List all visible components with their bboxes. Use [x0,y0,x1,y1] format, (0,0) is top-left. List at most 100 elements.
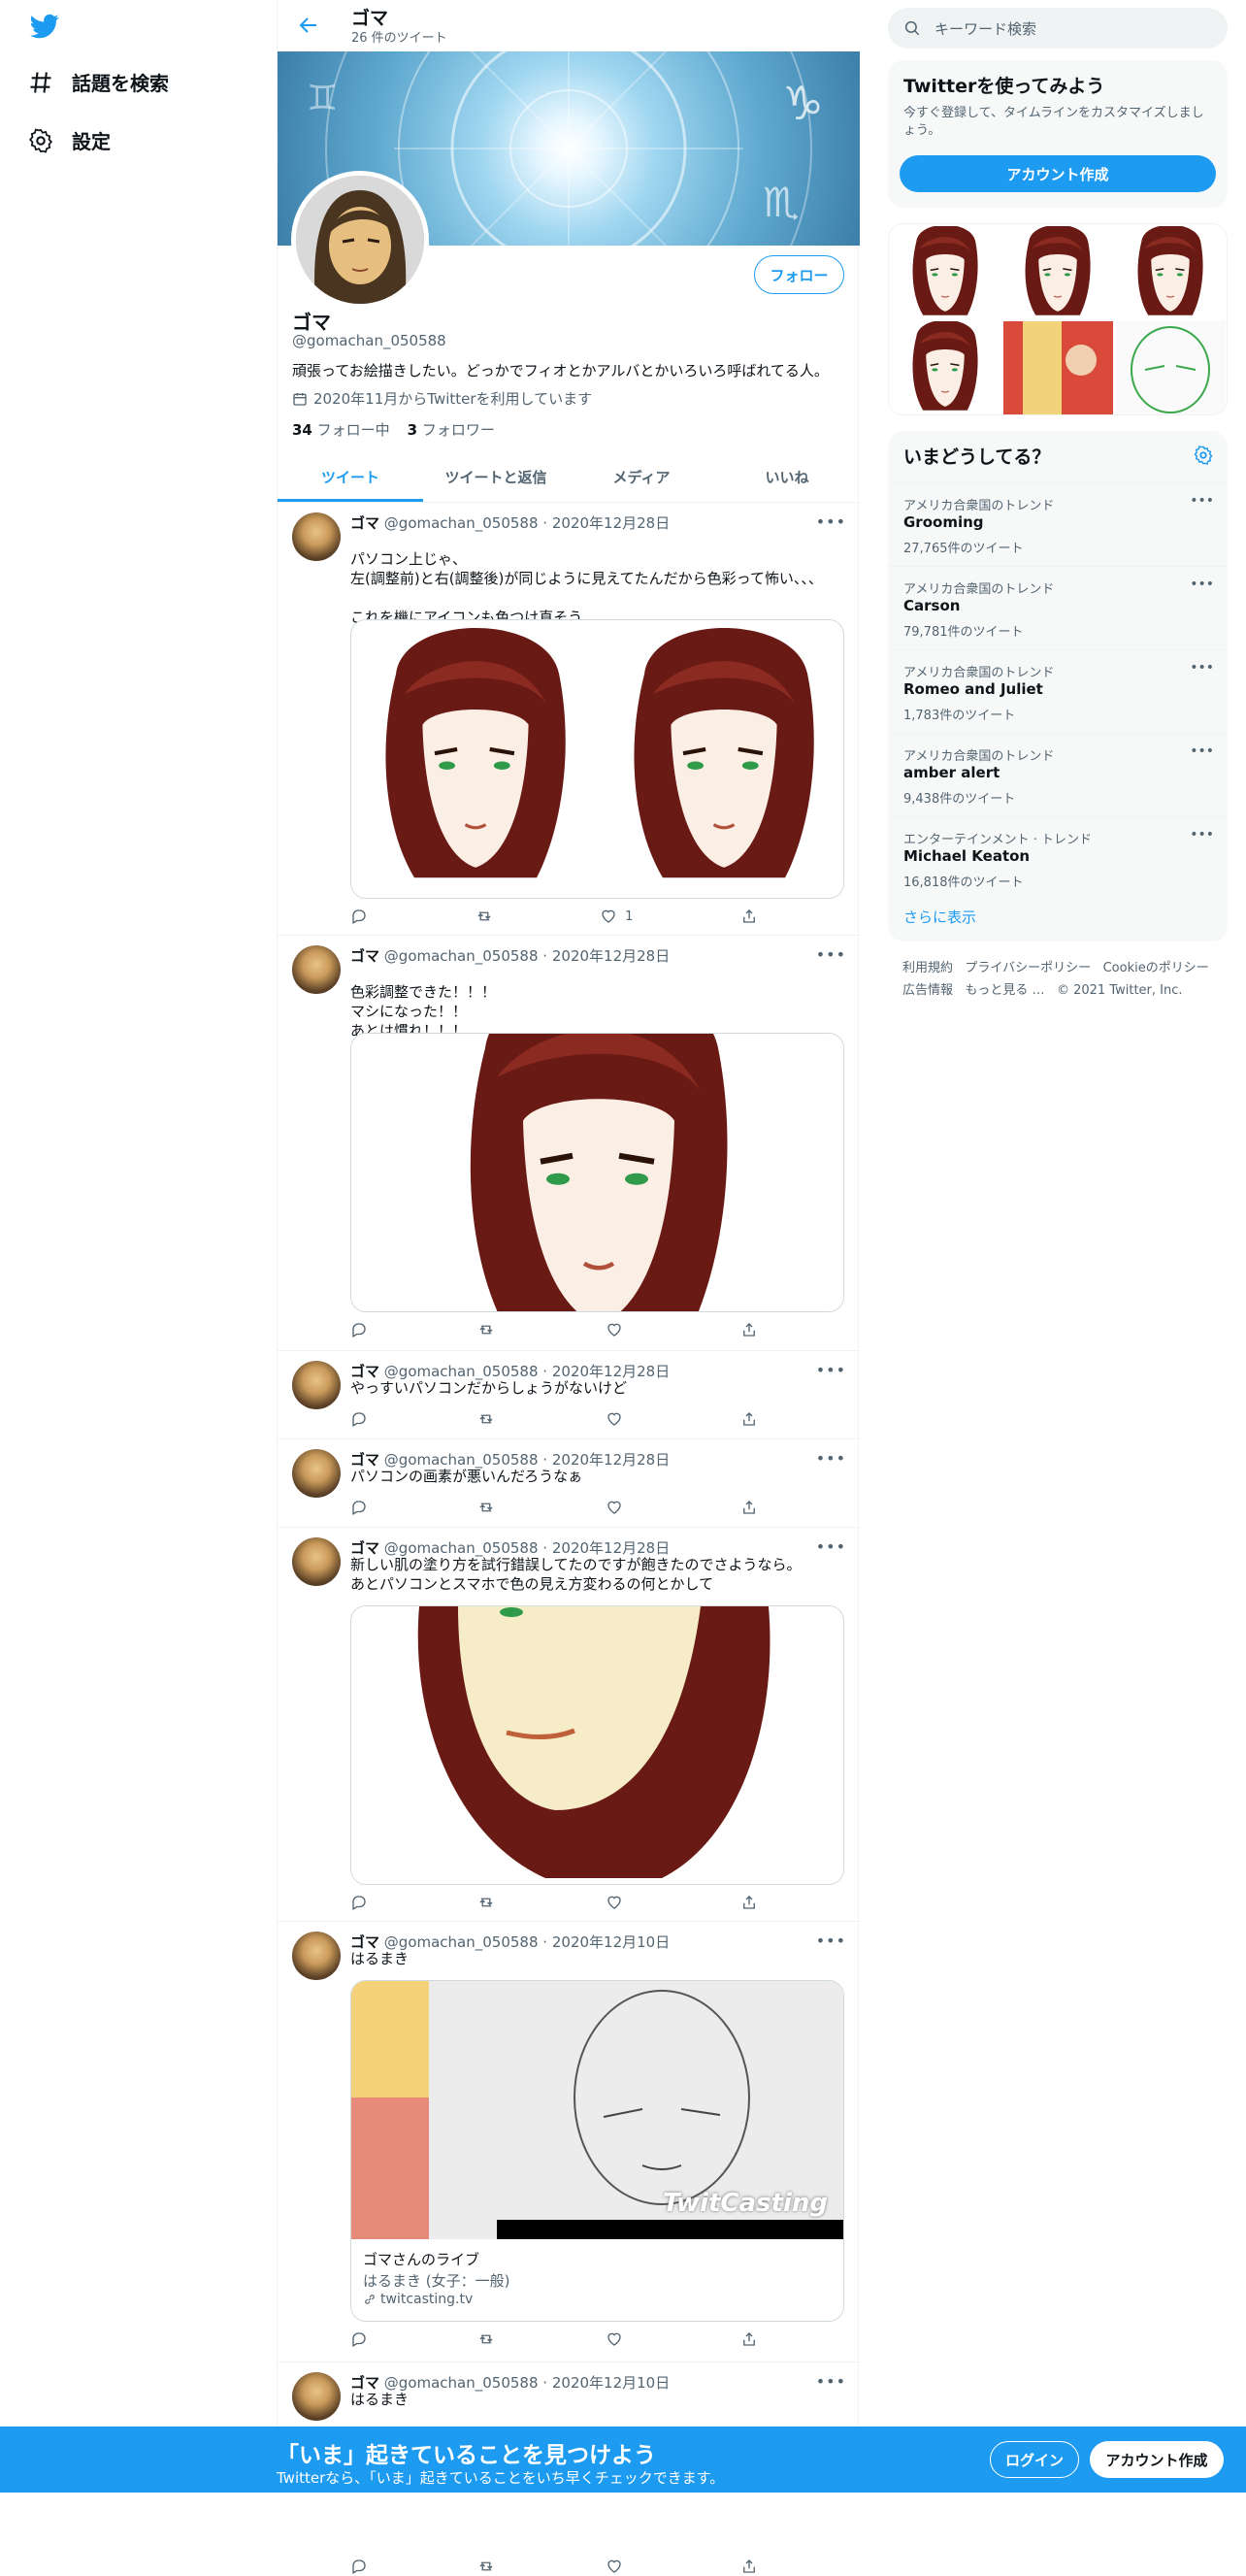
like-button[interactable] [606,1409,631,1429]
back-arrow-icon[interactable] [297,14,320,37]
trend-item[interactable]: アメリカ合衆国のトレンド Grooming 27,765件のツイート ••• [888,482,1228,566]
tweet[interactable]: ゴマ @gomachan_050588 · 2020年12月28日 ••• 新し… [278,1528,860,1922]
signup-card-button[interactable]: アカウント作成 [900,155,1216,192]
tweet-avatar[interactable] [292,1932,341,1980]
media-grid-thumbnail[interactable] [1116,321,1226,414]
tweet-avatar[interactable] [292,945,341,994]
tweet-media[interactable] [350,1033,844,1312]
tweet[interactable]: ゴマ @gomachan_050588 · 2020年12月10日 ••• はる… [278,1922,860,2362]
trends-more-link[interactable]: さらに表示 [903,907,976,927]
footer-link-terms[interactable]: 利用規約 [902,961,953,975]
twitter-logo-icon[interactable] [27,12,62,41]
more-options-icon[interactable]: ••• [816,512,846,531]
retweet-button[interactable] [477,2557,495,2576]
more-options-icon[interactable]: ••• [1190,743,1214,759]
nav-explore[interactable]: 話題を検索 [27,68,169,96]
footer-link-more[interactable]: もっと見る … [965,983,1044,998]
tweet-media[interactable] [350,619,844,899]
tweet-media[interactable] [350,1605,844,1885]
reply-button[interactable] [350,1320,368,1339]
tweet-avatar[interactable] [292,512,341,561]
trend-item[interactable]: アメリカ合衆国のトレンド amber alert 9,438件のツイート ••• [888,733,1228,816]
share-button[interactable] [740,1893,758,1912]
reply-button[interactable] [350,907,368,926]
like-button[interactable] [606,1498,631,1517]
share-button[interactable] [740,2329,758,2349]
tweet-date[interactable]: 2020年12月28日 [552,947,670,965]
tweet-date[interactable]: 2020年12月10日 [552,1933,670,1951]
media-grid-thumbnail[interactable] [1003,226,1113,319]
more-options-icon[interactable]: ••• [816,1932,846,1950]
tweet-avatar[interactable] [292,1537,341,1586]
login-button[interactable]: ログイン [990,2441,1079,2478]
retweet-button[interactable] [477,2329,495,2349]
retweet-button[interactable] [477,1320,495,1339]
share-button[interactable] [740,2557,758,2576]
trend-item[interactable]: アメリカ合衆国のトレンド Carson 79,781件のツイート ••• [888,566,1228,649]
tweet-author-name[interactable]: ゴマ [350,947,379,965]
more-options-icon[interactable]: ••• [816,2372,846,2391]
tab-likes[interactable]: いいね [714,452,860,502]
search-input[interactable]: キーワード検索 [934,18,1036,39]
reply-button[interactable] [350,1498,368,1517]
tweet-date[interactable]: 2020年12月10日 [552,2374,670,2392]
share-button[interactable] [740,1320,758,1339]
tweet[interactable]: ゴマ @gomachan_050588 · 2020年12月28日 ••• パソ… [278,1439,860,1528]
tweet-date[interactable]: 2020年12月28日 [552,514,670,532]
like-button[interactable] [606,2557,631,2576]
more-options-icon[interactable]: ••• [1190,577,1214,592]
media-grid-thumbnail[interactable] [1116,226,1226,319]
like-button[interactable] [606,2329,631,2349]
share-button[interactable] [740,907,758,926]
more-options-icon[interactable]: ••• [816,1361,846,1379]
following-link[interactable]: 34 フォロー中 [292,419,390,440]
tweet-avatar[interactable] [292,1361,341,1409]
tab-tweets-and-replies[interactable]: ツイートと返信 [423,452,569,502]
reply-button[interactable] [350,1409,368,1429]
media-grid-thumbnail[interactable] [1003,321,1113,414]
trend-item[interactable]: エンターテインメント · トレンド Michael Keaton 16,818件… [888,816,1228,900]
profile-avatar[interactable] [291,171,429,309]
more-options-icon[interactable]: ••• [816,1449,846,1468]
tweet-avatar[interactable] [292,1449,341,1498]
like-button[interactable]: 1 [600,907,633,926]
retweet-button[interactable] [477,1409,495,1429]
tweet-author-handle[interactable]: @gomachan_050588 [384,514,539,532]
share-button[interactable] [740,1498,758,1517]
nav-settings[interactable]: 設定 [27,126,111,154]
reply-button[interactable] [350,1893,368,1912]
footer-link-cookies[interactable]: Cookieのポリシー [1103,961,1209,975]
tweet[interactable]: ゴマ @gomachan_050588 · 2020年12月28日 ••• パソ… [278,503,860,936]
reply-button[interactable] [350,2329,368,2349]
signup-button[interactable]: アカウント作成 [1090,2441,1224,2478]
tweet-author-handle[interactable]: @gomachan_050588 [384,947,539,965]
link-card[interactable]: TwitCasting ゴマさんのライブ はるまき (女子：一般) twitca… [350,1980,844,2322]
tab-tweets[interactable]: ツイート [278,452,423,502]
retweet-button[interactable] [475,907,493,926]
footer-link-ads[interactable]: 広告情報 [902,983,953,998]
search-box[interactable]: キーワード検索 [888,8,1228,49]
more-options-icon[interactable]: ••• [816,1537,846,1556]
like-button[interactable] [606,1320,631,1339]
more-options-icon[interactable]: ••• [1190,493,1214,509]
tab-media[interactable]: メディア [569,452,714,502]
retweet-button[interactable] [477,1893,495,1912]
media-grid-thumbnail[interactable] [891,321,1000,414]
media-grid-thumbnail[interactable] [891,226,1000,319]
tweet[interactable]: ゴマ @gomachan_050588 · 2020年12月28日 ••• 色彩… [278,936,860,1351]
like-button[interactable] [606,1893,631,1912]
more-options-icon[interactable]: ••• [816,945,846,964]
settings-gear-icon[interactable] [1193,445,1214,466]
footer-link-privacy[interactable]: プライバシーポリシー [965,961,1091,975]
reply-button[interactable] [350,2557,368,2576]
tweet[interactable]: ゴマ @gomachan_050588 · 2020年12月28日 ••• やっ… [278,1351,860,1439]
follow-button[interactable]: フォロー [754,255,844,294]
share-button[interactable] [740,1409,758,1429]
more-options-icon[interactable]: ••• [1190,827,1214,842]
followers-link[interactable]: 3 フォロワー [408,419,495,440]
retweet-button[interactable] [477,1498,495,1517]
more-options-icon[interactable]: ••• [1190,660,1214,676]
trend-item[interactable]: アメリカ合衆国のトレンド Romeo and Juliet 1,783件のツイー… [888,649,1228,733]
tweet-avatar[interactable] [292,2372,341,2421]
tweet-author-name[interactable]: ゴマ [350,514,379,532]
